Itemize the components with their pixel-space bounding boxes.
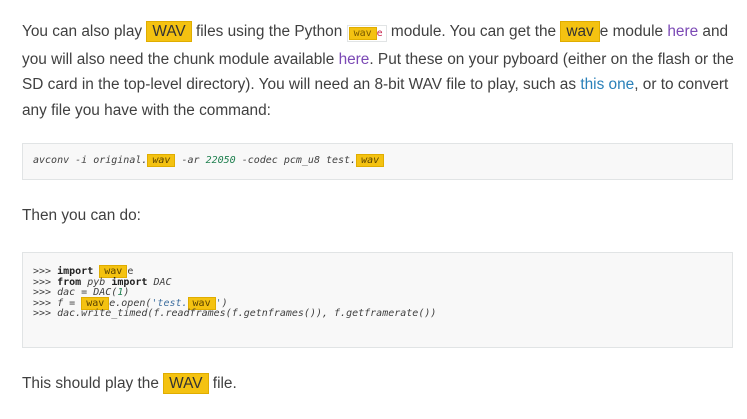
inline-code-wave: wav e (346, 25, 387, 42)
code-line: >>> from pyb import DAC (33, 276, 732, 289)
code-text: -ar (175, 155, 206, 166)
code-string: 'test. (151, 297, 188, 309)
sample-wav-link[interactable]: this one (580, 76, 634, 93)
search-highlight: wav (560, 21, 600, 42)
keyword: import (57, 266, 94, 277)
text: file. (208, 375, 237, 392)
wave-module-link[interactable]: here (667, 23, 698, 40)
closing-paragraph: This should play the WAV file. (22, 371, 734, 397)
repl-prompt: >>> (33, 276, 58, 288)
code-number: 22050 (205, 155, 236, 166)
repl-prompt: >>> (33, 308, 58, 320)
code-text: avconv -i original. (33, 155, 148, 166)
code-text: ) (221, 297, 228, 309)
repl-prompt: >>> (33, 266, 58, 277)
command-code-block: avconv -i original. wav -ar 22050 -codec … (22, 143, 733, 180)
then-paragraph: Then you can do: (22, 207, 141, 224)
search-highlight: wav (356, 154, 385, 167)
search-highlight: wav (147, 154, 176, 167)
keyword: import (111, 276, 148, 288)
code-line: >>> dac.write_timed(f.readframes(f.getnf… (33, 309, 732, 320)
text: e module (599, 23, 668, 40)
code-text: DAC (153, 276, 172, 288)
text: module. You can get the (386, 23, 561, 40)
repl-prompt: >>> (33, 287, 58, 299)
code-text: dac.write_timed(f.readframes(f.getnframe… (57, 308, 437, 320)
text: This should play the (22, 375, 164, 392)
chunk-module-link[interactable]: here (339, 51, 370, 68)
code-text: f = (57, 297, 82, 309)
module-name: pyb (87, 276, 106, 288)
code-text: -codec pcm_u8 test. (235, 155, 357, 166)
search-highlight: WAV (163, 373, 209, 394)
text: e (376, 28, 383, 39)
text: files using the Python (191, 23, 347, 40)
search-highlight: wav (348, 27, 377, 40)
code-text: e.open( (109, 297, 152, 309)
code-text: ) (123, 287, 130, 299)
code-line: avconv -i original. wav -ar 22050 -codec … (33, 154, 732, 167)
intro-paragraph: You can also play WAV files using the Py… (22, 19, 734, 123)
page: You can also play WAV files using the Py… (0, 0, 747, 419)
repl-prompt: >>> (33, 297, 58, 309)
text: You can also play (22, 23, 147, 40)
keyword: from (57, 276, 82, 288)
code-text: e (127, 266, 134, 277)
python-code-block: >>> import wav e >>> from pyb import DAC … (22, 252, 733, 348)
search-highlight: WAV (146, 21, 192, 42)
